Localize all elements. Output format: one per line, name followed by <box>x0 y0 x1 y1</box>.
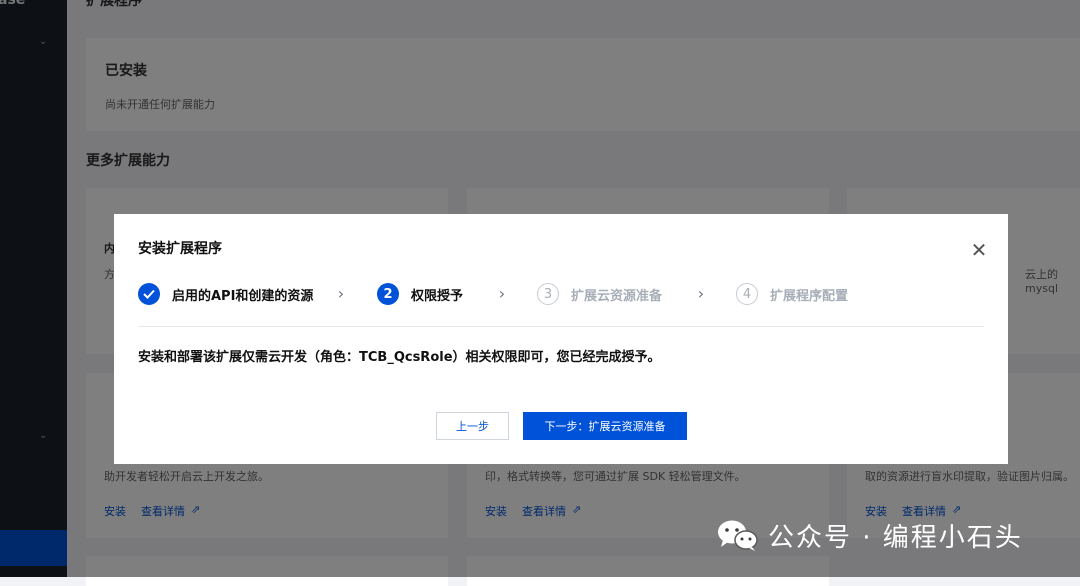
install-extension-dialog: 安装扩展程序 ✕ 启用的API和创建的资源 › 2 权限授予 › 3 扩展云资源… <box>114 214 1008 464</box>
watermark: 公众号 · 编程小石头 <box>716 516 1023 554</box>
previous-step-button[interactable]: 上一步 <box>436 412 509 440</box>
step-2: 2 权限授予 <box>377 282 463 306</box>
step-label: 启用的API和创建的资源 <box>172 288 314 304</box>
wechat-icon <box>716 518 760 552</box>
step-number: 2 <box>377 283 399 305</box>
stepper: 启用的API和创建的资源 › 2 权限授予 › 3 扩展云资源准备 › 4 扩展… <box>138 282 984 306</box>
next-step-button[interactable]: 下一步：扩展云资源准备 <box>523 412 687 440</box>
chevron-right-icon: › <box>337 284 345 303</box>
step-number: 3 <box>537 283 559 305</box>
permission-message: 安装和部署该扩展仅需云开发（角色：TCB_QcsRole）相关权限即可，您已经完… <box>138 350 661 365</box>
close-icon[interactable]: ✕ <box>969 238 989 262</box>
step-label: 扩展程序配置 <box>770 288 849 304</box>
watermark-text: 公众号 · 编程小石头 <box>768 522 1023 553</box>
step-4: 4 扩展程序配置 <box>736 282 848 306</box>
check-icon <box>138 283 160 305</box>
step-label: 扩展云资源准备 <box>571 288 663 304</box>
divider <box>138 326 984 327</box>
chevron-right-icon: › <box>498 284 506 303</box>
chevron-right-icon: › <box>697 284 705 303</box>
step-label: 权限授予 <box>411 288 464 304</box>
dialog-title: 安装扩展程序 <box>138 241 222 257</box>
step-number: 4 <box>736 283 758 305</box>
step-1: 启用的API和创建的资源 <box>138 282 313 306</box>
step-3: 3 扩展云资源准备 <box>537 282 662 306</box>
